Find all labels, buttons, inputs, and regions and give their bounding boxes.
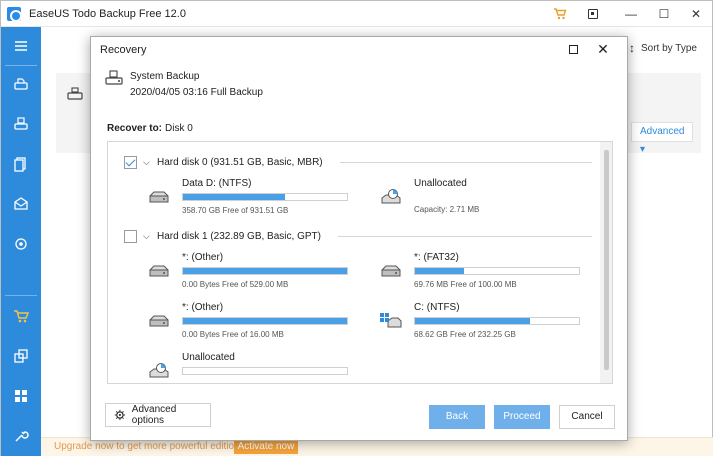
drive-icon — [148, 312, 170, 330]
smart-backup-icon[interactable] — [7, 231, 35, 257]
partition-usage-bar — [182, 317, 348, 325]
unallocated-icon — [380, 188, 402, 206]
partition-usage-bar — [182, 267, 348, 275]
menu-icon[interactable] — [588, 9, 598, 19]
advanced-dropdown[interactable]: Advanced ▾ — [631, 122, 693, 155]
partition-card[interactable]: Data D: (NTFS) 358.70 GB Free of 931.51 … — [148, 178, 348, 218]
sort-by-type-link[interactable]: Sort by Type — [641, 43, 697, 54]
app-titlebar: EaseUS Todo Backup Free 12.0 — ☐ ✕ — [1, 1, 712, 27]
partition-name: *: (FAT32) — [414, 252, 459, 263]
activate-now-button[interactable]: Activate now — [234, 439, 298, 454]
chevron-down-icon[interactable]: ⌵ — [143, 158, 151, 167]
disk-separator — [338, 236, 592, 237]
unallocated-icon — [148, 362, 170, 380]
dialog-title: Recovery — [100, 44, 147, 56]
dialog-maximize-button[interactable] — [569, 45, 578, 54]
dialog-close-button[interactable]: ✕ — [595, 41, 611, 57]
partition-name: C: (NTFS) — [414, 302, 460, 313]
minimize-button[interactable]: — — [621, 5, 641, 23]
partition-info: 0.00 Bytes Free of 16.00 MB — [182, 330, 284, 339]
partition-usage-fill — [183, 268, 347, 274]
sidebar-divider — [5, 65, 37, 66]
partition-info: Capacity: 2.71 MB — [414, 205, 480, 214]
tools-grid-icon[interactable] — [7, 383, 35, 409]
disk-title: Hard disk 0 (931.51 GB, Basic, MBR) — [157, 156, 323, 168]
disk-icon — [67, 86, 83, 100]
recover-to-value: Disk 0 — [165, 123, 193, 134]
partition-usage-fill — [415, 268, 465, 274]
recover-to-label: Recover to: — [107, 123, 163, 134]
partition-card[interactable]: *: (Other) 0.00 Bytes Free of 529.00 MB — [148, 252, 348, 292]
system-backup-icon — [104, 68, 124, 88]
windows-drive-icon — [380, 312, 402, 330]
chevron-down-icon[interactable]: ⌵ — [143, 232, 151, 241]
hamburger-menu-icon[interactable] — [7, 33, 35, 59]
partition-info: 0.00 Bytes Free of 529.00 MB — [182, 280, 289, 289]
proceed-button[interactable]: Proceed — [494, 405, 550, 429]
advanced-options-label: Advanced options — [131, 404, 177, 426]
system-backup-icon[interactable] — [7, 111, 35, 137]
sort-icon[interactable]: ↕ — [629, 41, 635, 55]
wrench-icon[interactable] — [7, 423, 35, 449]
partition-usage-bar — [182, 367, 348, 375]
disk-list: ⌵ Hard disk 0 (931.51 GB, Basic, MBR) Da… — [107, 141, 613, 384]
partition-info: 358.70 GB Free of 931.51 GB — [182, 206, 289, 215]
app-title: EaseUS Todo Backup Free 12.0 — [29, 8, 186, 20]
sidebar-divider — [5, 295, 37, 296]
partition-usage-bar — [414, 267, 580, 275]
maximize-button[interactable]: ☐ — [654, 5, 674, 23]
cancel-button[interactable]: Cancel — [559, 405, 615, 429]
dialog-titlebar: Recovery ✕ — [91, 37, 627, 61]
drive-icon — [148, 262, 170, 280]
partition-usage-fill — [183, 318, 347, 324]
partition-usage-bar — [414, 317, 580, 325]
drive-icon — [148, 188, 170, 206]
partition-name: *: (Other) — [182, 302, 224, 313]
partition-usage-fill — [415, 318, 530, 324]
disk-header: ⌵ Hard disk 1 (232.89 GB, Basic, GPT) — [124, 228, 321, 244]
disk-checkbox[interactable] — [124, 155, 137, 169]
recovery-dialog: Recovery ✕ System Backup 2020/04/05 03:1… — [90, 36, 628, 441]
cart-icon[interactable] — [553, 7, 567, 20]
backup-name: System Backup — [130, 71, 200, 82]
partition-name: *: (Other) — [182, 252, 224, 263]
mail-backup-icon[interactable] — [7, 191, 35, 217]
partition-name: Unallocated — [414, 178, 467, 189]
disk-title: Hard disk 1 (232.89 GB, Basic, GPT) — [157, 230, 321, 242]
partition-card[interactable]: *: (FAT32) 69.76 MB Free of 100.00 MB — [380, 252, 580, 292]
disk-header: ⌵ Hard disk 0 (931.51 GB, Basic, MBR) — [124, 154, 323, 170]
disk-checkbox[interactable] — [124, 229, 137, 243]
app-logo-icon — [7, 7, 22, 22]
partition-info: 69.76 MB Free of 100.00 MB — [414, 280, 517, 289]
sidebar — [1, 27, 41, 456]
drive-icon — [380, 262, 402, 280]
cart-icon[interactable] — [7, 303, 35, 329]
disk-backup-icon[interactable] — [7, 71, 35, 97]
partition-info: 68.62 GB Free of 232.25 GB — [414, 330, 516, 339]
disk-separator — [340, 162, 592, 163]
file-backup-icon[interactable] — [7, 151, 35, 177]
gear-icon — [114, 409, 126, 421]
partition-card[interactable]: *: (Other) 0.00 Bytes Free of 16.00 MB — [148, 302, 348, 342]
clone-icon[interactable] — [7, 343, 35, 369]
scrollbar-thumb[interactable] — [604, 150, 609, 370]
back-button[interactable]: Back — [429, 405, 485, 429]
partition-name: Unallocated — [182, 352, 235, 363]
close-button[interactable]: ✕ — [686, 5, 706, 23]
partition-name: Data D: (NTFS) — [182, 178, 252, 189]
advanced-options-button[interactable]: Advanced options — [105, 403, 211, 427]
partition-usage-fill — [183, 194, 285, 200]
backup-time: 2020/04/05 03:16 Full Backup — [130, 87, 263, 98]
partition-card[interactable]: Unallocated — [148, 352, 348, 383]
partition-usage-bar — [182, 193, 348, 201]
partition-card[interactable]: C: (NTFS) 68.62 GB Free of 232.25 GB — [380, 302, 580, 342]
upgrade-link[interactable]: Upgrade now to get more powerful edition — [54, 441, 240, 452]
partition-card[interactable]: Unallocated Capacity: 2.71 MB — [380, 178, 580, 218]
